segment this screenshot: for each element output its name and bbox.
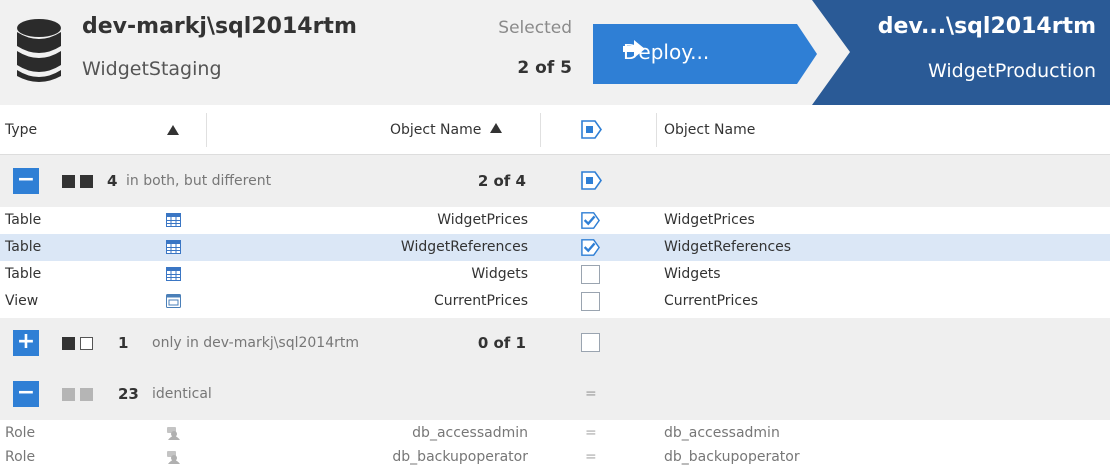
object-type: Role bbox=[5, 425, 36, 441]
database-icon bbox=[17, 19, 61, 82]
group-count: 1 bbox=[118, 334, 129, 352]
table-row[interactable]: View CurrentPrices CurrentPrices bbox=[0, 288, 1110, 315]
target-database-name: WidgetProduction bbox=[928, 60, 1096, 82]
target-server-name: dev...\sql2014rtm bbox=[877, 14, 1096, 39]
object-type: Table bbox=[5, 212, 42, 228]
type-column-header[interactable]: Type bbox=[5, 122, 37, 138]
target-missing-icon bbox=[80, 337, 93, 350]
selected-label: Selected bbox=[498, 18, 572, 38]
table-icon bbox=[166, 213, 181, 227]
expand-toggle[interactable]: + bbox=[13, 330, 39, 356]
target-panel: dev...\sql2014rtm WidgetProduction bbox=[812, 0, 1110, 105]
object-name: WidgetPrices bbox=[437, 212, 528, 228]
object-type: Table bbox=[5, 239, 42, 255]
collapse-toggle[interactable]: − bbox=[13, 381, 39, 407]
checked-checkbox-icon[interactable] bbox=[581, 238, 600, 257]
table-icon bbox=[166, 267, 181, 281]
target-object-name: db_accessadmin bbox=[664, 425, 780, 441]
group-count: 23 bbox=[118, 385, 139, 403]
source-exists-icon bbox=[62, 388, 75, 401]
unchecked-checkbox[interactable] bbox=[581, 265, 600, 284]
checked-checkbox-icon[interactable] bbox=[581, 211, 600, 230]
sort-ascending-icon bbox=[489, 123, 502, 133]
column-header: Type Object Name Object Name bbox=[0, 105, 1110, 155]
collapse-toggle[interactable]: − bbox=[13, 168, 39, 194]
source-exists-icon bbox=[62, 175, 75, 188]
group-unchecked-checkbox[interactable] bbox=[581, 333, 600, 352]
group-equal-marker: = bbox=[585, 386, 597, 402]
object-name-column-header[interactable]: Object Name bbox=[390, 122, 502, 138]
target-exists-icon bbox=[80, 175, 93, 188]
table-row[interactable]: Role db_accessadmin = db_accessadmin bbox=[0, 420, 1110, 447]
arrow-right-icon bbox=[623, 40, 645, 58]
group-label: identical bbox=[152, 386, 212, 402]
target-object-name: Widgets bbox=[664, 266, 721, 282]
role-icon bbox=[167, 427, 180, 440]
view-icon bbox=[166, 294, 181, 308]
source-exists-icon bbox=[62, 337, 75, 350]
group-label: only in dev-markj\sql2014rtm bbox=[152, 335, 360, 351]
object-name-header-label: Object Name bbox=[390, 122, 482, 138]
target-object-name: CurrentPrices bbox=[664, 293, 759, 309]
selected-count: 2 of 5 bbox=[517, 58, 572, 78]
table-row[interactable]: Role db_backupoperator = db_backupoperat… bbox=[0, 444, 1110, 470]
object-name: Widgets bbox=[471, 266, 528, 282]
deploy-button[interactable]: Deploy... bbox=[593, 24, 817, 84]
table-row[interactable]: Table WidgetPrices WidgetPrices bbox=[0, 207, 1110, 234]
object-type: Table bbox=[5, 266, 42, 282]
type-sort-icon[interactable] bbox=[167, 124, 179, 140]
object-type: Role bbox=[5, 449, 36, 465]
target-object-name: WidgetReferences bbox=[664, 239, 792, 255]
object-name: db_accessadmin bbox=[412, 425, 528, 441]
object-name: CurrentPrices bbox=[433, 293, 528, 309]
source-database-name: WidgetStaging bbox=[82, 58, 222, 80]
table-row[interactable]: Table WidgetReferences WidgetReferences bbox=[0, 234, 1110, 261]
table-icon bbox=[166, 240, 181, 254]
equal-marker: = bbox=[585, 425, 597, 441]
target-object-name-column-header[interactable]: Object Name bbox=[664, 122, 755, 138]
role-icon bbox=[167, 451, 180, 464]
object-name: WidgetReferences bbox=[400, 239, 528, 255]
equal-marker: = bbox=[585, 449, 597, 465]
group-selected-count: 2 of 4 bbox=[477, 172, 526, 190]
comparison-header: dev-markj\sql2014rtm WidgetStaging Selec… bbox=[0, 0, 1110, 105]
target-exists-icon bbox=[80, 388, 93, 401]
object-name: db_backupoperator bbox=[392, 449, 528, 465]
group-identical: − 23 identical = bbox=[0, 368, 1110, 420]
source-server-name: dev-markj\sql2014rtm bbox=[82, 14, 357, 39]
group-selected-count: 0 of 1 bbox=[477, 334, 526, 352]
unchecked-checkbox[interactable] bbox=[581, 292, 600, 311]
table-row[interactable]: Table Widgets Widgets bbox=[0, 261, 1110, 288]
group-partial-checkbox-icon[interactable] bbox=[581, 171, 602, 190]
object-type: View bbox=[5, 293, 39, 309]
target-object-name: WidgetPrices bbox=[664, 212, 755, 228]
group-only-in-source: + 1 only in dev-markj\sql2014rtm 0 of 1 bbox=[0, 318, 1110, 368]
group-label: in both, but different bbox=[126, 173, 272, 189]
group-different: − 4 in both, but different 2 of 4 bbox=[0, 155, 1110, 207]
select-all-checkbox-icon[interactable] bbox=[581, 120, 602, 139]
group-count: 4 bbox=[107, 172, 118, 190]
target-object-name: db_backupoperator bbox=[664, 449, 800, 465]
